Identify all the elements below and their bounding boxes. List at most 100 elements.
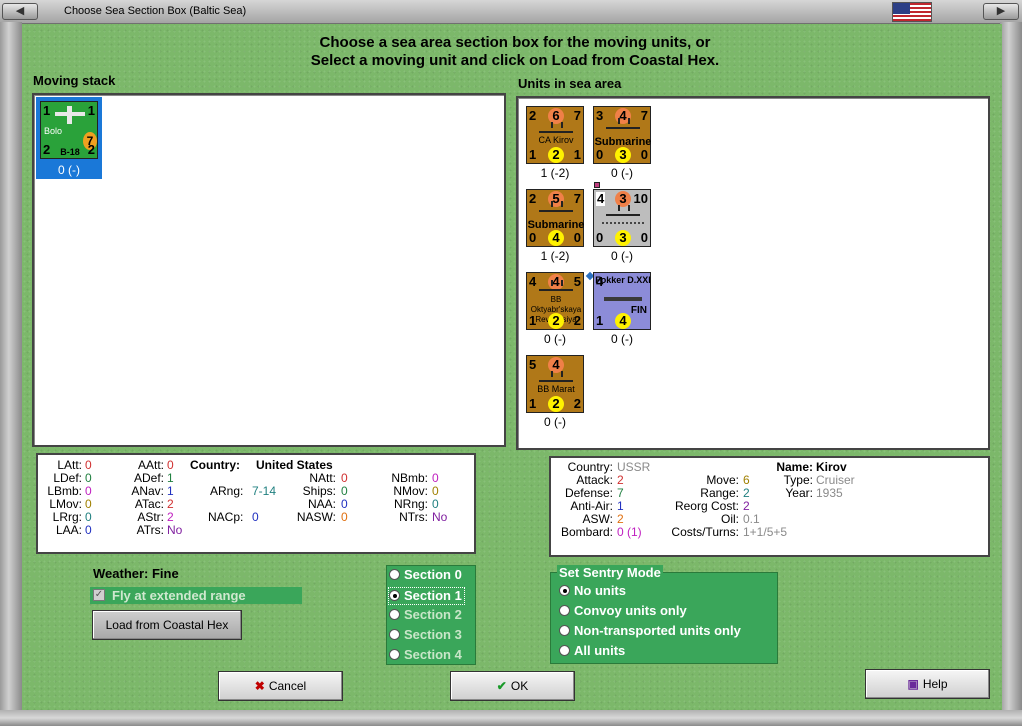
radio-icon <box>389 629 400 640</box>
sea-area-label: Units in sea area <box>518 76 622 91</box>
counter-value: 2 <box>529 108 537 123</box>
counter-value: 7 <box>573 191 581 206</box>
radio-icon <box>389 609 400 620</box>
us-flag-icon <box>892 2 932 22</box>
plane-icon <box>604 297 642 301</box>
unit-name: Fokker D.XXI <box>595 275 651 285</box>
ship-counter-ca-kirov[interactable]: 2 6 7 CA Kirov 1 2 1 <box>526 106 584 164</box>
unit-caption: 1 (-2) <box>540 166 570 180</box>
atrs-value: No <box>167 523 183 537</box>
sentry-option-label: All units <box>574 643 626 658</box>
year-value: 1935 <box>816 486 843 500</box>
back-nav-button[interactable]: ◀ <box>2 3 38 20</box>
instructions: Choose a sea area section box for the mo… <box>200 34 830 70</box>
cancel-x-icon: ✖ <box>254 679 265 693</box>
checkmark-icon: ✔ <box>496 679 507 693</box>
counter-value: 1 <box>87 103 95 118</box>
counter-value: 1 <box>529 396 537 411</box>
counter-value: 4 <box>548 230 564 246</box>
atrs-label: ATrs: <box>136 523 164 537</box>
cancel-button[interactable]: ✖ Cancel <box>218 671 343 701</box>
ship-counter-bb-marat[interactable]: 5 4 BB Marat 1 2 2 <box>526 355 584 413</box>
counter-value: 1 <box>529 147 537 162</box>
country-label: Country: <box>190 458 240 472</box>
counter-value: 1 <box>529 313 537 328</box>
radio-icon <box>559 645 570 656</box>
counter-value: 2 <box>548 313 564 329</box>
counter-value: 2 <box>548 147 564 163</box>
sentry-non-transported-radio[interactable]: Non-transported units only <box>559 623 741 641</box>
unit-name: BB Marat <box>537 384 575 394</box>
moving-stack-panel: 1 1 Bolo 7 B-18 2 2 0 (-) <box>32 93 506 447</box>
unit-caption: 0 (-) <box>544 332 566 346</box>
arng-value: 7-14 <box>252 484 277 498</box>
sentry-option-label: Non-transported units only <box>574 623 741 638</box>
aircraft-counter-fokker[interactable]: 4 Fokker D.XXI FIN 1 4 <box>593 272 651 330</box>
submarine-icon <box>606 118 640 129</box>
counter-value: 3 <box>615 147 631 163</box>
counter-value: 4 <box>615 313 631 329</box>
selected-unit-highlight[interactable]: 1 1 Bolo 7 B-18 2 2 0 (-) <box>36 97 102 179</box>
window-frame-right <box>1000 22 1022 712</box>
nation-tag: FIN <box>630 305 647 316</box>
costs-value: 1+1/5+5 <box>743 525 788 539</box>
load-coastal-hex-button[interactable]: Load from Coastal Hex <box>92 610 242 640</box>
instruction-line-2: Select a moving unit and click on Load f… <box>310 52 720 69</box>
counter-value: 1 <box>573 147 581 162</box>
laa-label: LAA: <box>55 523 82 537</box>
convoy-counter[interactable]: 4 3 10 0 3 0 <box>593 189 651 247</box>
unit-name: CA Kirov <box>538 135 574 145</box>
counter-value: 1 <box>43 103 51 118</box>
section-3-label: Section 3 <box>404 627 462 642</box>
radio-icon <box>389 649 400 660</box>
aircraft-counter-b18[interactable]: 1 1 Bolo 7 B-18 2 2 <box>40 101 98 159</box>
unit-name: Submarine <box>594 136 652 148</box>
bombard-value: 0 (1) <box>617 525 642 539</box>
section-radio-group: Section 0 Section 1 Section 2 Section 3 … <box>386 565 476 665</box>
help-button[interactable]: ▣ Help <box>865 669 990 699</box>
next-nav-button[interactable]: ▶ <box>983 3 1019 20</box>
section-1-radio[interactable]: Section 1 <box>388 587 465 605</box>
ok-button[interactable]: ✔ OK <box>450 671 575 701</box>
radio-selected-icon <box>559 585 570 596</box>
fly-extended-checkbox[interactable]: ✓ Fly at extended range <box>90 587 302 604</box>
section-3-radio[interactable]: Section 3 <box>389 627 462 645</box>
unit-caption: 0 (-) <box>58 163 80 177</box>
ship-counter-bb-oktyabrskaya[interactable]: 4 4 5 BB Oktyabr'skaya Revolutsiya 1 2 2 <box>526 272 584 330</box>
counter-value: 10 <box>633 191 648 206</box>
section-4-radio[interactable]: Section 4 <box>389 647 462 665</box>
section-4-label: Section 4 <box>404 647 462 662</box>
section-2-radio[interactable]: Section 2 <box>389 607 462 625</box>
radio-icon <box>559 605 570 616</box>
counter-value: 4 <box>529 274 537 289</box>
ship-icon <box>539 280 573 291</box>
counter-value: 2 <box>548 396 564 412</box>
sentry-mode-title: Set Sentry Mode <box>557 565 663 580</box>
ship-counter-submarine[interactable]: 3 4 7 Submarine 0 3 0 <box>593 106 651 164</box>
moving-stack-label: Moving stack <box>33 73 116 88</box>
counter-value: 7 <box>573 108 581 123</box>
sentry-option-label: No units <box>574 583 626 598</box>
cancel-label: Cancel <box>268 679 307 693</box>
sentry-no-units-radio[interactable]: No units <box>559 583 626 601</box>
counter-value: 3 <box>596 108 604 123</box>
ship-counter-submarine[interactable]: 2 5 7 Submarine 0 4 0 <box>526 189 584 247</box>
nacp-label: NACp: <box>208 510 244 524</box>
nacp-value: 0 <box>252 510 259 524</box>
counter-value: 2 <box>573 313 581 328</box>
radio-selected-icon <box>389 590 400 601</box>
section-0-radio[interactable]: Section 0 <box>389 567 462 585</box>
window-frame-bottom <box>0 710 1022 726</box>
radio-icon <box>389 569 400 580</box>
sea-area-panel: 2 6 7 CA Kirov 1 2 1 1 (-2) 3 4 7 Submar… <box>516 96 990 450</box>
counter-value: 4 <box>596 191 606 206</box>
sentry-convoy-radio[interactable]: Convoy units only <box>559 603 687 621</box>
nasw-label: NASW: <box>296 510 336 524</box>
counter-value: 3 <box>615 230 631 246</box>
sentry-all-units-radio[interactable]: All units <box>559 643 625 661</box>
sentry-mode-group: Set Sentry Mode No units Convoy units on… <box>550 565 778 664</box>
ntrs-value: No <box>432 510 448 524</box>
marker-icon <box>594 182 600 188</box>
counter-value: 0 <box>529 230 537 245</box>
counter-value: 2 <box>529 191 537 206</box>
